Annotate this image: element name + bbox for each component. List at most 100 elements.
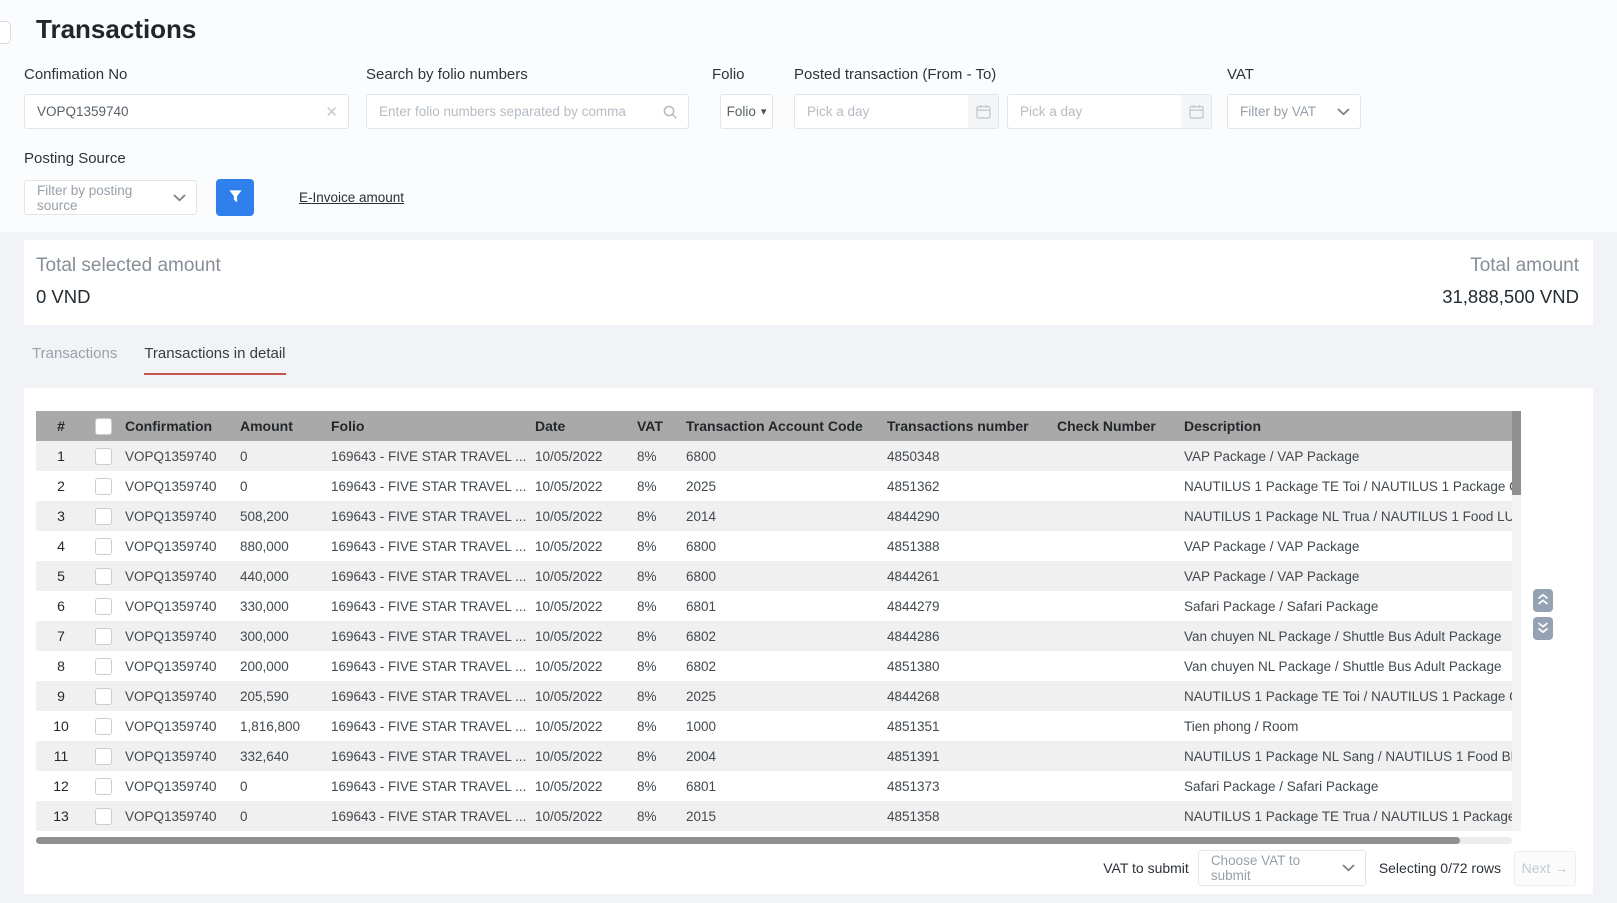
row-checkbox[interactable]	[95, 748, 112, 765]
row-checkbox[interactable]	[95, 448, 112, 465]
edge-partial-box[interactable]	[0, 21, 11, 44]
vat-dropdown[interactable]: Filter by VAT	[1227, 94, 1361, 129]
cell-amount: 1,816,800	[235, 711, 326, 741]
total-selected-label: Total selected amount	[36, 255, 221, 277]
cell-check_number	[1052, 771, 1179, 801]
cell-folio: 169643 - FIVE STAR TRAVEL ...	[326, 471, 530, 501]
posted-transaction-label: Posted transaction (From - To)	[794, 66, 1212, 83]
scroll-to-top-button[interactable]	[1533, 589, 1553, 612]
row-checkbox[interactable]	[95, 658, 112, 675]
arrow-right-icon: →	[1554, 860, 1568, 876]
cell-vat: 8%	[632, 531, 681, 561]
cell-vat: 8%	[632, 711, 681, 741]
horizontal-scrollbar[interactable]	[36, 837, 1512, 844]
row-checkbox[interactable]	[95, 538, 112, 555]
cell-folio: 169643 - FIVE STAR TRAVEL ...	[326, 501, 530, 531]
cell-description: NAUTILUS 1 Package NL Sang / NAUTILUS 1 …	[1179, 741, 1512, 771]
cell-description: Van chuyen NL Package / Shuttle Bus Adul…	[1179, 621, 1512, 651]
funnel-icon	[228, 189, 243, 207]
cell-date: 10/05/2022	[530, 501, 632, 531]
cell-select	[86, 801, 120, 831]
cell-select	[86, 651, 120, 681]
cell-amount: 300,000	[235, 621, 326, 651]
calendar-icon[interactable]	[1181, 95, 1211, 128]
cell-date: 10/05/2022	[530, 681, 632, 711]
cell-account_code: 2025	[681, 681, 882, 711]
cell-folio: 169643 - FIVE STAR TRAVEL ...	[326, 531, 530, 561]
vertical-scrollbar[interactable]	[1512, 411, 1521, 831]
cell-date: 10/05/2022	[530, 711, 632, 741]
cell-txn_number: 4844268	[882, 681, 1052, 711]
row-checkbox[interactable]	[95, 568, 112, 585]
cell-num: 10	[36, 711, 86, 741]
tab-transactions-in-detail[interactable]: Transactions in detail	[144, 345, 285, 375]
einvoice-amount-link[interactable]: E-Invoice amount	[299, 190, 404, 205]
cell-confirmation: VOPQ1359740	[120, 681, 235, 711]
col-account-code: Transaction Account Code	[681, 411, 882, 441]
scroll-to-bottom-button[interactable]	[1533, 617, 1553, 640]
cell-account_code: 6800	[681, 531, 882, 561]
cell-folio: 169643 - FIVE STAR TRAVEL ...	[326, 561, 530, 591]
row-checkbox[interactable]	[95, 778, 112, 795]
col-vat: VAT	[632, 411, 681, 441]
cell-date: 10/05/2022	[530, 531, 632, 561]
cell-select	[86, 591, 120, 621]
cell-check_number	[1052, 741, 1179, 771]
vat-to-submit-dropdown[interactable]: Choose VAT to submit	[1198, 850, 1366, 886]
table-row: 5VOPQ1359740440,000169643 - FIVE STAR TR…	[36, 561, 1512, 591]
folio-search-filter: Search by folio numbers	[366, 66, 689, 129]
next-button[interactable]: Next →	[1514, 851, 1576, 886]
filter-row-2: Posting Source Filter by posting source …	[24, 150, 404, 216]
folio-search-input[interactable]	[379, 104, 656, 119]
cell-description: NAUTILUS 1 Package TE Trua / NAUTILUS 1 …	[1179, 801, 1512, 831]
cell-amount: 205,590	[235, 681, 326, 711]
chevron-down-icon	[173, 194, 186, 202]
tab-bar: Transactions Transactions in detail	[32, 345, 286, 375]
row-checkbox[interactable]	[95, 478, 112, 495]
cell-txn_number: 4844286	[882, 621, 1052, 651]
cell-account_code: 2015	[681, 801, 882, 831]
cell-date: 10/05/2022	[530, 741, 632, 771]
cell-folio: 169643 - FIVE STAR TRAVEL ...	[326, 711, 530, 741]
date-to-input[interactable]	[1020, 104, 1175, 119]
cell-num: 4	[36, 531, 86, 561]
filter-section: Transactions Confimation No ✕ Search by …	[0, 0, 1617, 232]
col-folio: Folio	[326, 411, 530, 441]
clear-icon[interactable]: ✕	[319, 103, 338, 121]
folio-dropdown-button[interactable]: Folio ▾	[720, 94, 773, 129]
row-checkbox[interactable]	[95, 718, 112, 735]
cell-select	[86, 501, 120, 531]
tab-transactions[interactable]: Transactions	[32, 345, 117, 375]
row-checkbox[interactable]	[95, 508, 112, 525]
cell-num: 8	[36, 651, 86, 681]
vat-dropdown-placeholder: Filter by VAT	[1240, 104, 1316, 119]
confirmation-filter: Confimation No ✕	[24, 66, 349, 129]
table-footer: VAT to submit Choose VAT to submit Selec…	[1103, 850, 1576, 886]
row-checkbox[interactable]	[95, 628, 112, 645]
cell-num: 7	[36, 621, 86, 651]
date-range	[794, 94, 1212, 129]
cell-confirmation: VOPQ1359740	[120, 591, 235, 621]
date-from-input[interactable]	[807, 104, 962, 119]
cell-amount: 508,200	[235, 501, 326, 531]
vat-label: VAT	[1227, 66, 1361, 83]
posting-source-dropdown[interactable]: Filter by posting source	[24, 180, 197, 215]
apply-filter-button[interactable]	[216, 179, 254, 216]
calendar-icon[interactable]	[968, 95, 998, 128]
table-row: 3VOPQ1359740508,200169643 - FIVE STAR TR…	[36, 501, 1512, 531]
cell-date: 10/05/2022	[530, 771, 632, 801]
vertical-scrollbar-thumb[interactable]	[1512, 411, 1521, 495]
row-checkbox[interactable]	[95, 598, 112, 615]
cell-txn_number: 4851358	[882, 801, 1052, 831]
row-checkbox[interactable]	[95, 808, 112, 825]
cell-select	[86, 441, 120, 471]
horizontal-scrollbar-thumb[interactable]	[36, 837, 1460, 844]
cell-num: 3	[36, 501, 86, 531]
cell-amount: 200,000	[235, 651, 326, 681]
confirmation-input[interactable]	[37, 104, 319, 119]
row-checkbox[interactable]	[95, 688, 112, 705]
cell-num: 6	[36, 591, 86, 621]
select-all-checkbox[interactable]	[95, 418, 112, 435]
cell-account_code: 6802	[681, 621, 882, 651]
total-selected-value: 0 VND	[36, 286, 221, 308]
